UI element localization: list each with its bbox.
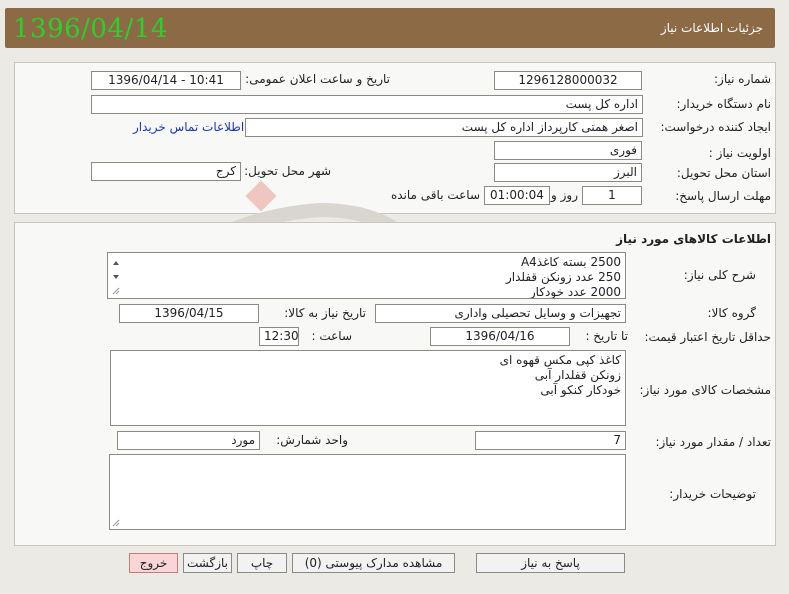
resize-grip-icon[interactable]: [112, 287, 120, 295]
deadline-days-unit: روز و: [551, 188, 578, 202]
view-attachments-button[interactable]: مشاهده مدارک پیوستی (0): [292, 553, 455, 573]
need-date-field: 1396/04/15: [119, 304, 259, 323]
deadline-remaining-label: ساعت باقی مانده: [390, 188, 480, 202]
summary-scrollbar[interactable]: [110, 255, 122, 285]
validity-date-field: 1396/04/16: [430, 327, 570, 346]
need-number-label: شماره نیاز:: [714, 72, 771, 86]
unit-label: واحد شمارش:: [276, 433, 348, 447]
contact-buyer-link[interactable]: اطلاعات تماس خریدار: [133, 120, 244, 134]
group-label: گروه کالا:: [707, 306, 757, 320]
specs-textarea[interactable]: کاغذ کپی مکس قهوه ای زونکن قفلدار آبی خو…: [110, 350, 626, 426]
quantity-field: 7: [475, 431, 626, 450]
reply-button[interactable]: پاسخ به نیاز: [476, 553, 625, 573]
deadline-time-field: 01:00:04: [484, 186, 550, 205]
city-field: کرج: [91, 162, 241, 181]
time-label: ساعت :: [311, 329, 352, 343]
summary-line: 2500 بسته کاغذA4: [520, 255, 621, 269]
announce-field: 1396/04/14 - 10:41: [91, 71, 241, 90]
until-date-label: تا تاریخ :: [585, 329, 628, 343]
scroll-up-icon[interactable]: [113, 261, 119, 265]
priority-label: اولویت نیاز :: [708, 146, 771, 160]
summary-textarea[interactable]: 2500 بسته کاغذA4 250 عدد زونکن قفلدار 20…: [107, 252, 626, 299]
deadline-days-field: 1: [582, 186, 642, 205]
goods-section-title: اطلاعات کالاهای مورد نیاز: [616, 232, 771, 246]
specs-line: کاغذ کپی مکس قهوه ای: [499, 353, 621, 367]
buyer-org-label: نام دستگاه خریدار:: [676, 97, 772, 111]
summary-line: 250 عدد زونکن قفلدار: [505, 270, 621, 284]
city-label: شهر محل تحویل:: [244, 164, 331, 178]
need-date-label: تاریخ نیاز به کالا:: [284, 306, 366, 320]
need-number-field: 1296128000032: [494, 71, 642, 90]
validity-label: حداقل تاریخ اعتبار قیمت:: [644, 330, 771, 344]
creator-label: ایجاد کننده درخواست:: [660, 120, 771, 134]
back-button[interactable]: بازگشت: [183, 553, 232, 573]
header-date: 1396/04/14: [13, 14, 168, 44]
province-label: استان محل تحویل:: [676, 166, 771, 180]
buyer-notes-label: توضیحات خریدار:: [669, 487, 756, 501]
quantity-label: تعداد / مقدار مورد نیاز:: [655, 435, 771, 449]
specs-label: مشخصات کالای مورد نیاز:: [639, 383, 771, 397]
deadline-label: مهلت ارسال پاسخ:: [675, 189, 771, 203]
resize-grip-icon[interactable]: [112, 519, 120, 527]
buyer-notes-textarea[interactable]: [109, 454, 626, 530]
print-button[interactable]: چاپ: [237, 553, 287, 573]
buyer-org-field: اداره کل پست: [91, 95, 643, 114]
unit-field: مورد: [117, 431, 260, 450]
summary-line: 2000 عدد خودکار: [529, 285, 621, 299]
page-title: جزئیات اطلاعات نیاز: [660, 21, 763, 35]
page-header: 1396/04/14 جزئیات اطلاعات نیاز: [5, 8, 775, 48]
exit-button[interactable]: خروج: [129, 553, 178, 573]
specs-line: زونکن قفلدار آبی: [534, 368, 621, 382]
creator-field: اصغر همتی کارپرداز اداره کل پست: [245, 118, 643, 137]
priority-field: فوری: [494, 141, 642, 160]
province-field: البرز: [494, 163, 642, 182]
validity-time-field: 12:30: [259, 327, 299, 346]
announce-label: تاریخ و ساعت اعلان عمومی:: [245, 72, 390, 86]
summary-label: شرح کلی نیاز:: [683, 268, 756, 282]
group-field: تجهیزات و وسایل تحصیلی واداری: [375, 304, 626, 323]
scroll-down-icon[interactable]: [113, 275, 119, 279]
specs-line: خودکار کنکو آبی: [540, 383, 621, 397]
